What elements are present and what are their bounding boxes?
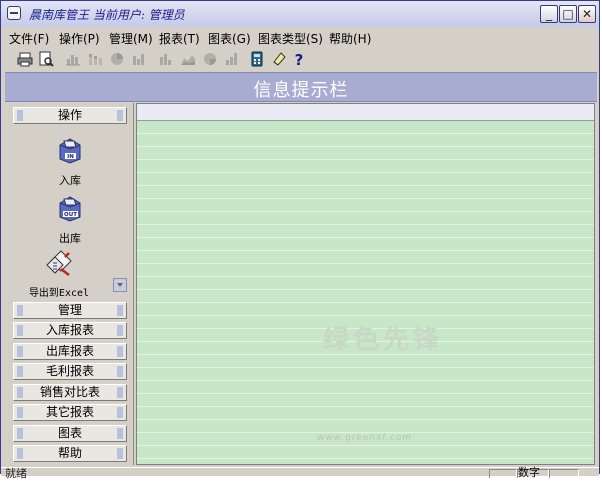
section-other-reports[interactable]: 其它报表 xyxy=(13,404,127,421)
close-icon: ✕ xyxy=(581,7,593,21)
main-window: 晨南库管王 当前用户: 管理员 _ □ ✕ 文件(F) 操作(P) 管理(M) … xyxy=(0,0,600,480)
toolbar: ? xyxy=(1,47,599,71)
grid-rows xyxy=(137,121,594,464)
left-panel: 操作 IN 入库 OUT 出库 导出到Excel 管理 入库报表 出库报表 毛利… xyxy=(5,103,134,465)
menu-bar: 文件(F) 操作(P) 管理(M) 报表(T) 图表(G) 图表类型(S) 帮助… xyxy=(1,27,599,47)
export-excel-icon xyxy=(46,250,72,276)
status-num-indicator: 数字 xyxy=(517,467,549,478)
stacked-chart-icon[interactable] xyxy=(87,51,103,67)
main-grid-area[interactable] xyxy=(136,103,595,465)
info-bar-label: 信息提示栏 xyxy=(253,80,349,101)
tool-stock-out-label: 出库 xyxy=(59,232,81,245)
svg-text:IN: IN xyxy=(67,154,74,160)
stock-in-icon: IN xyxy=(59,138,81,164)
grid-header xyxy=(137,104,594,121)
stock-out-icon: OUT xyxy=(59,196,81,222)
maximize-button[interactable]: □ xyxy=(559,5,577,23)
section-stock-out-report[interactable]: 出库报表 xyxy=(13,343,127,360)
panel-scroll-down-button[interactable] xyxy=(113,278,127,292)
tool-stock-out[interactable]: OUT 出库 xyxy=(13,193,127,246)
section-manage[interactable]: 管理 xyxy=(13,302,127,319)
title-bar[interactable]: 晨南库管王 当前用户: 管理员 _ □ ✕ xyxy=(1,1,599,28)
status-text: 就绪 xyxy=(5,467,27,480)
info-bar: 信息提示栏 xyxy=(5,72,597,102)
status-cell-blank xyxy=(489,469,517,478)
pie-chart-2-icon[interactable] xyxy=(202,51,218,67)
system-menu-icon[interactable] xyxy=(7,6,21,20)
maximize-icon: □ xyxy=(562,7,574,21)
tool-export-excel-label: 导出到Excel xyxy=(28,288,90,299)
tool-export-excel[interactable]: 导出到Excel xyxy=(5,247,113,299)
svg-text:OUT: OUT xyxy=(64,212,77,218)
section-help[interactable]: 帮助 xyxy=(13,445,127,462)
tool-stock-in-label: 入库 xyxy=(59,174,81,187)
operations-header-button[interactable]: 操作 xyxy=(13,107,127,124)
menu-chart[interactable]: 图表(G) xyxy=(208,30,251,47)
section-charts[interactable]: 图表 xyxy=(13,425,127,442)
bar-chart-3-icon[interactable] xyxy=(158,51,174,67)
help-icon[interactable]: ? xyxy=(291,51,307,67)
svg-text:?: ? xyxy=(295,51,304,67)
bar-chart-4-icon[interactable] xyxy=(224,51,240,67)
watermark-text: 绿色先锋 xyxy=(323,325,444,355)
menu-help[interactable]: 帮助(H) xyxy=(329,30,371,47)
minimize-button[interactable]: _ xyxy=(540,5,558,23)
status-bar: 就绪 数字 xyxy=(1,467,599,480)
section-stock-in-report[interactable]: 入库报表 xyxy=(13,322,127,339)
status-cell-blank-2 xyxy=(549,469,579,478)
bar-chart-2-icon[interactable] xyxy=(131,51,147,67)
menu-file[interactable]: 文件(F) xyxy=(9,30,49,47)
watermark-url: www.greenxf.com xyxy=(317,433,413,443)
area-chart-icon[interactable] xyxy=(180,51,196,67)
section-gross-profit-report[interactable]: 毛利报表 xyxy=(13,363,127,380)
print-icon[interactable] xyxy=(17,51,33,67)
menu-chart-type[interactable]: 图表类型(S) xyxy=(258,30,323,47)
pie-chart-icon[interactable] xyxy=(109,51,125,67)
window-title: 晨南库管王 当前用户: 管理员 xyxy=(29,8,185,22)
tool-stock-in[interactable]: IN 入库 xyxy=(13,135,127,188)
menu-manage[interactable]: 管理(M) xyxy=(109,30,153,47)
close-button[interactable]: ✕ xyxy=(578,5,596,23)
print-preview-icon[interactable] xyxy=(38,51,54,67)
minimize-icon: _ xyxy=(546,7,552,21)
menu-operation[interactable]: 操作(P) xyxy=(59,30,100,47)
calculator-icon[interactable] xyxy=(249,51,265,67)
menu-report[interactable]: 报表(T) xyxy=(159,30,200,47)
section-sales-comparison[interactable]: 销售对比表 xyxy=(13,384,127,401)
eraser-icon[interactable] xyxy=(271,51,287,67)
bar-chart-icon[interactable] xyxy=(65,51,81,67)
